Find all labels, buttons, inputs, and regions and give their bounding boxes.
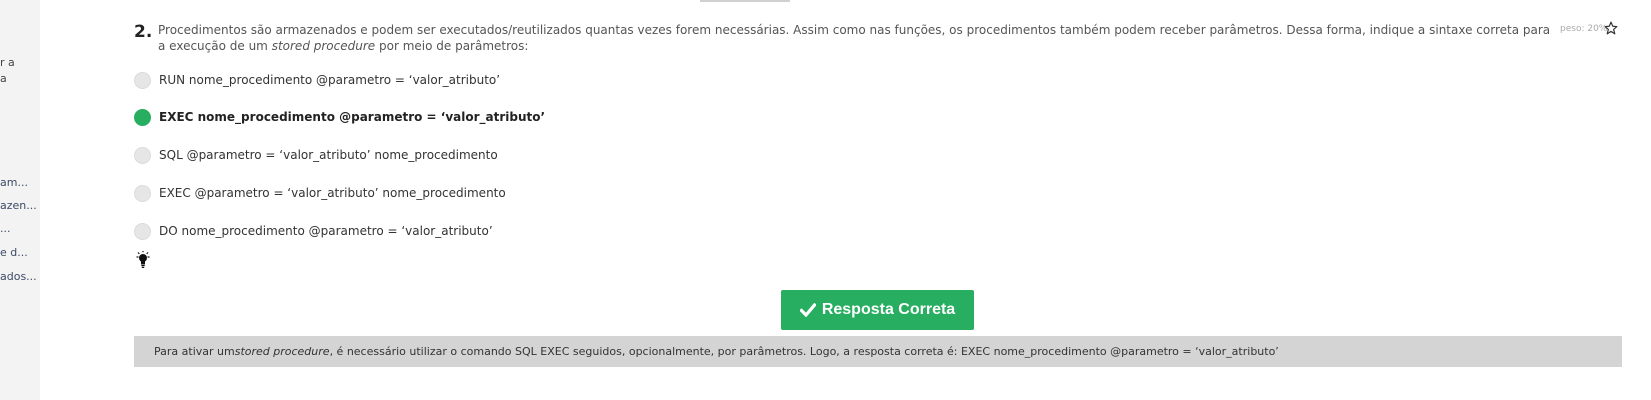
star-icon[interactable] (1604, 21, 1618, 35)
sidebar: r a a am... azen... ... e d... ados... (0, 0, 40, 400)
lightbulb-icon[interactable] (136, 251, 150, 269)
explanation-text-end: , é necessário utilizar o comando SQL EX… (329, 345, 1279, 358)
radio-button-selected[interactable] (134, 108, 151, 126)
answer-option[interactable]: EXEC @parametro = ‘valor_atributo’ nome_… (134, 183, 506, 203)
radio-button[interactable] (134, 146, 151, 164)
question-weight: peso: 20% (1560, 24, 1608, 34)
answer-option[interactable]: RUN nome_procedimento @parametro = ‘valo… (134, 70, 500, 90)
question-text-emphasis: stored procedure (271, 39, 376, 53)
explanation-text-start: Para ativar um (154, 345, 235, 358)
top-divider (700, 0, 790, 2)
sidebar-link[interactable]: ados... (0, 270, 37, 283)
question-number: 2. (134, 22, 153, 42)
answer-option-label: EXEC nome_procedimento @parametro = ‘val… (159, 110, 546, 124)
question-text-end: por meio de parâmetros: (375, 39, 529, 53)
answer-option-label: EXEC @parametro = ‘valor_atributo’ nome_… (159, 186, 506, 200)
question-text: Procedimentos são armazenados e podem se… (158, 22, 1553, 54)
answer-option[interactable]: SQL @parametro = ‘valor_atributo’ nome_p… (134, 145, 498, 165)
sidebar-link[interactable]: azen... (0, 199, 37, 212)
sidebar-text-fragment: a (0, 72, 7, 85)
sidebar-link[interactable]: e d... (0, 246, 28, 259)
radio-button[interactable] (134, 222, 151, 240)
answer-option-label: SQL @parametro = ‘valor_atributo’ nome_p… (159, 148, 498, 162)
check-icon (799, 303, 816, 317)
explanation-text-emphasis: stored procedure (234, 345, 330, 358)
answer-option[interactable]: DO nome_procedimento @parametro = ‘valor… (134, 221, 493, 241)
answer-option-label: DO nome_procedimento @parametro = ‘valor… (159, 224, 493, 238)
correct-answer-button[interactable]: Resposta Correta (781, 290, 974, 330)
sidebar-link[interactable]: ... (0, 222, 11, 235)
sidebar-link[interactable]: am... (0, 176, 28, 189)
answer-option-selected[interactable]: EXEC nome_procedimento @parametro = ‘val… (134, 107, 545, 127)
answer-explanation: Para ativar um stored procedure, é neces… (134, 336, 1622, 367)
sidebar-text-fragment: r a (0, 56, 15, 69)
answer-option-label: RUN nome_procedimento @parametro = ‘valo… (159, 73, 501, 87)
radio-button[interactable] (134, 184, 151, 202)
correct-answer-button-label: Resposta Correta (821, 301, 956, 318)
radio-button[interactable] (134, 71, 151, 89)
